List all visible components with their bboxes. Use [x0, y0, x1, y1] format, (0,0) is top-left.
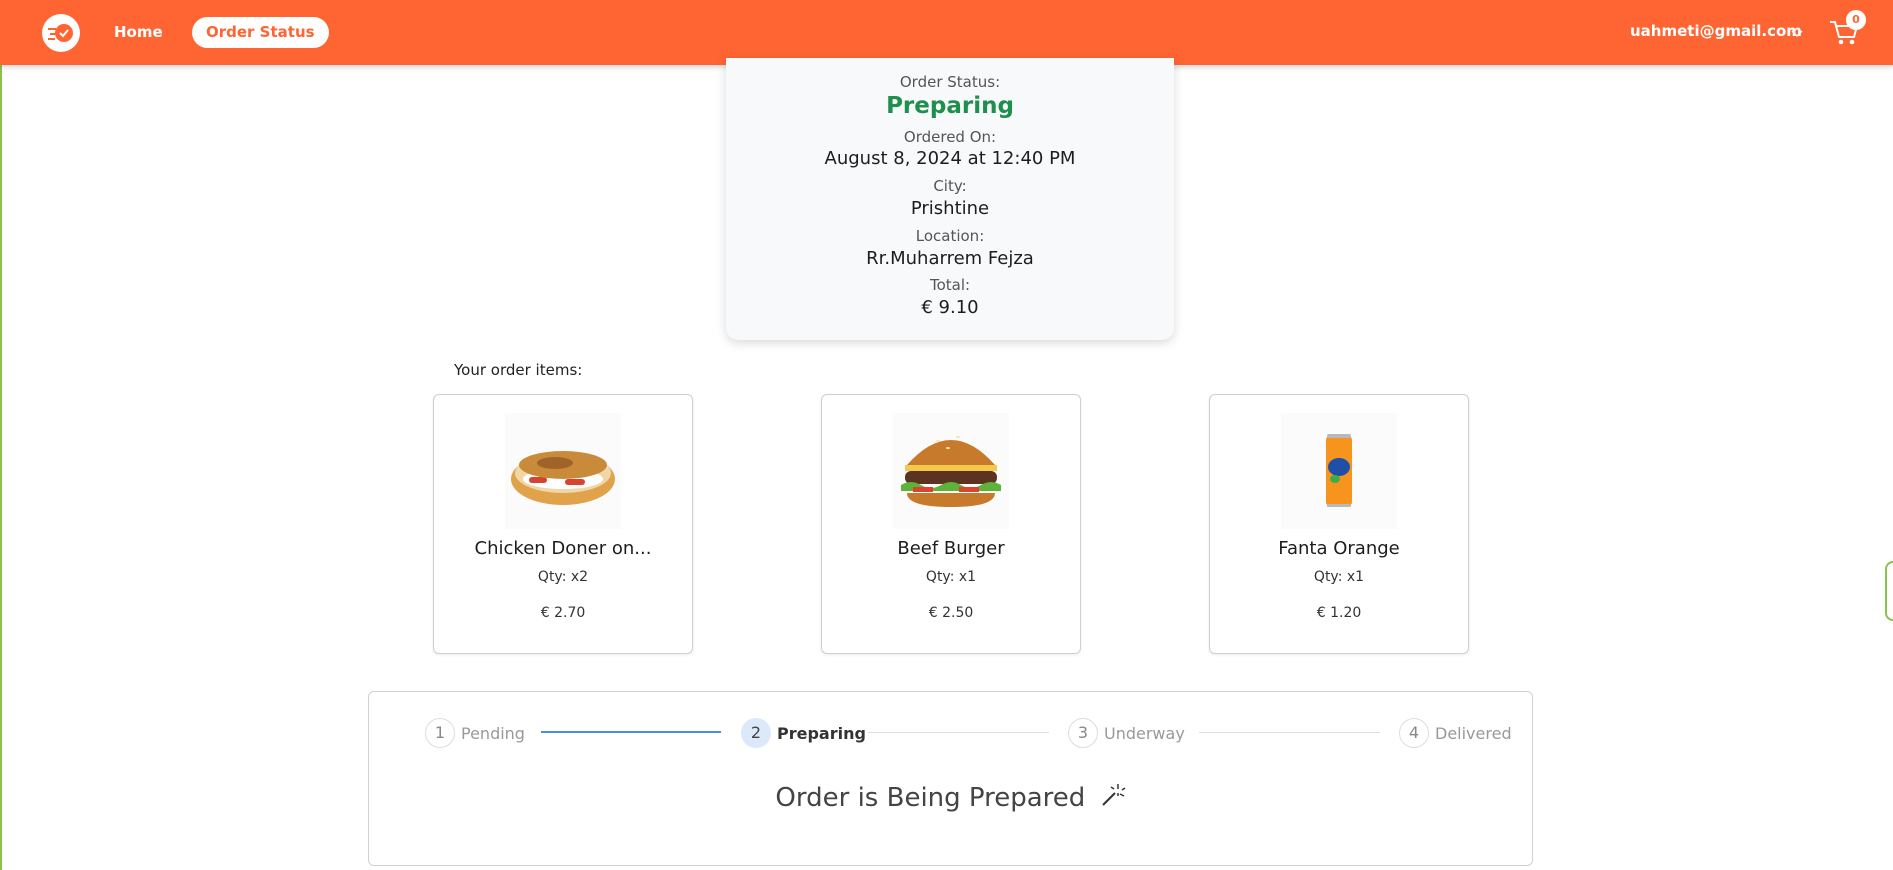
fanta-can-image: [1281, 413, 1397, 529]
order-summary-card: Order Status: Preparing Ordered On: Augu…: [726, 58, 1174, 340]
item-name: Fanta Orange: [1278, 538, 1400, 559]
side-feedback-tab[interactable]: [1885, 561, 1893, 621]
total-label: Total:: [929, 276, 971, 294]
step-number: 2: [741, 718, 771, 748]
item-qty: Qty: x1: [1313, 569, 1365, 585]
order-item-card[interactable]: Fanta Orange Qty: x1 € 1.20: [1209, 394, 1469, 654]
item-qty: Qty: x2: [537, 569, 589, 585]
order-status-value: Preparing: [886, 93, 1014, 119]
location-label: Location:: [915, 227, 985, 245]
city-label: City:: [933, 177, 967, 195]
nav-order-status-link[interactable]: Order Status: [192, 17, 329, 48]
order-status-label: Order Status:: [899, 73, 1001, 91]
progress-message-text: Order is Being Prepared: [775, 783, 1086, 813]
item-price: € 1.20: [1316, 605, 1362, 621]
step-number: 4: [1399, 718, 1429, 748]
user-email-menu[interactable]: uahmeti@gmail.com: [1630, 22, 1802, 40]
top-navbar: Home Order Status uahmeti@gmail.com 0: [0, 0, 1893, 65]
cart-count-badge: 0: [1846, 10, 1866, 30]
item-price: € 2.50: [928, 605, 974, 621]
ordered-on-label: Ordered On:: [903, 128, 997, 146]
step-label: Underway: [1104, 724, 1185, 743]
burger-image: [893, 413, 1009, 529]
chevron-down-icon[interactable]: [1791, 24, 1803, 43]
step-connector: [868, 732, 1049, 733]
step-connector-completed: [541, 731, 721, 733]
step-label: Delivered: [1435, 724, 1512, 743]
step-label: Pending: [461, 724, 525, 743]
order-item-card[interactable]: Beef Burger Qty: x1 € 2.50: [821, 394, 1081, 654]
doner-image: [505, 413, 621, 529]
step-connector: [1199, 732, 1380, 733]
city-value: Prishtine: [910, 198, 990, 219]
item-qty: Qty: x1: [925, 569, 977, 585]
progress-message: Order is Being Prepared: [369, 782, 1532, 815]
item-name: Chicken Doner on...: [474, 538, 652, 559]
brand-logo[interactable]: [42, 14, 80, 52]
total-value: € 9.10: [921, 297, 979, 318]
step-number: 3: [1068, 718, 1098, 748]
magic-wand-icon: [1100, 782, 1126, 815]
order-progress-stepper: 1 Pending 2 Preparing 3 Underway 4 Deliv…: [368, 691, 1533, 866]
ordered-on-value: August 8, 2024 at 12:40 PM: [824, 148, 1076, 169]
order-items-heading: Your order items:: [454, 361, 583, 379]
location-value: Rr.Muharrem Fejza: [866, 248, 1034, 269]
item-price: € 2.70: [540, 605, 586, 621]
order-item-card[interactable]: Chicken Doner on... Qty: x2 € 2.70: [433, 394, 693, 654]
nav-home-link[interactable]: Home: [114, 17, 163, 48]
left-edge-border: [0, 0, 2, 870]
item-name: Beef Burger: [897, 538, 1005, 559]
step-number: 1: [425, 718, 455, 748]
step-label: Preparing: [777, 724, 866, 743]
